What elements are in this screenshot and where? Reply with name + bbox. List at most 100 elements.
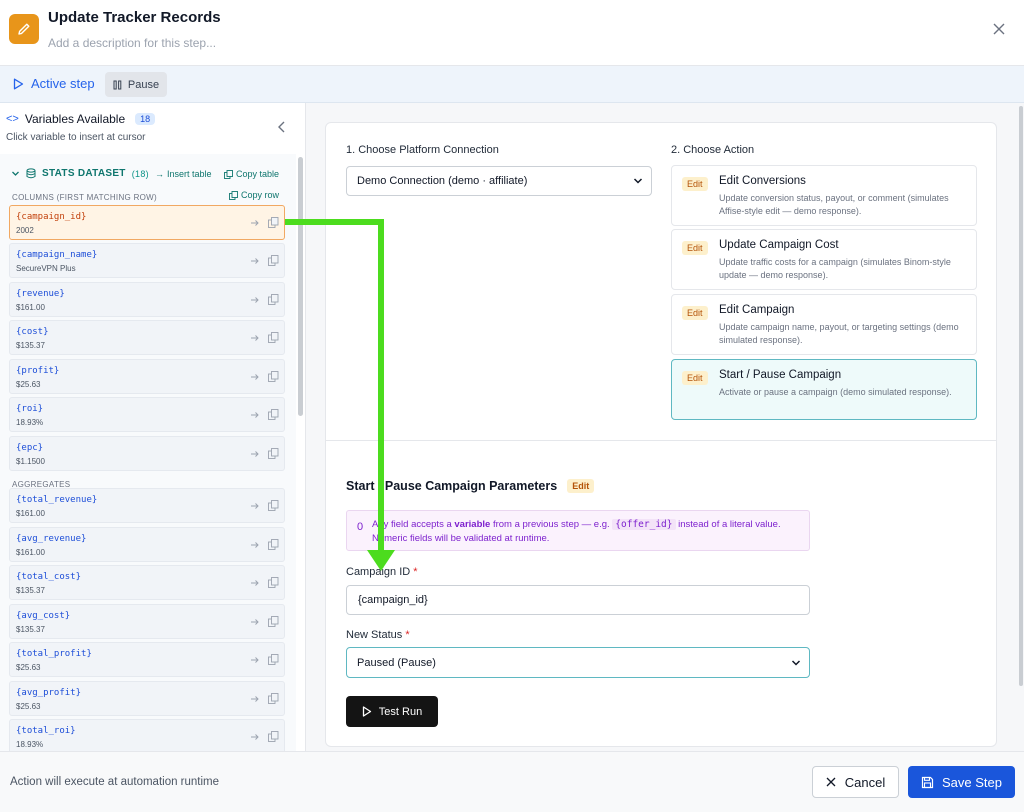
copy-icon[interactable]	[268, 294, 279, 305]
insert-arrow-icon[interactable]	[250, 256, 260, 266]
pause-button[interactable]: Pause	[105, 72, 167, 97]
variable-name: {epc}	[16, 443, 44, 453]
variable-name: {total_profit}	[16, 649, 92, 659]
active-step-toggle[interactable]: Active step	[13, 76, 95, 91]
insert-arrow-icon[interactable]	[250, 655, 260, 665]
copy-icon[interactable]	[268, 217, 279, 228]
variable-value: 18.93%	[16, 418, 44, 427]
campaign-id-label-text: Campaign ID	[346, 566, 411, 578]
insert-arrow-icon[interactable]	[250, 372, 260, 382]
sidebar-scrollbar[interactable]	[298, 157, 303, 416]
info-text-bold: variable	[454, 519, 491, 530]
campaign-id-input[interactable]: {campaign_id}	[346, 585, 810, 615]
info-code-example: {offer_id}	[612, 519, 676, 530]
variable-name: {total_cost}	[16, 572, 82, 582]
variable-row[interactable]: {roi} 18.93%	[9, 397, 285, 432]
variable-value: $161.00	[16, 548, 45, 557]
dataset-toggle[interactable]: STATS DATASET (18)	[11, 168, 149, 179]
chevron-down-icon	[791, 659, 801, 666]
variable-name: {avg_profit}	[16, 688, 82, 698]
insert-arrow-icon[interactable]	[250, 218, 260, 228]
insert-arrow-icon[interactable]	[250, 732, 260, 742]
copy-icon[interactable]	[268, 448, 279, 459]
variable-value: $161.00	[16, 303, 45, 312]
action-update-campaign-cost[interactable]: Edit Update Campaign Cost Update traffic…	[671, 229, 977, 290]
main-scrollbar[interactable]	[1019, 106, 1023, 686]
insert-arrow-icon[interactable]	[250, 617, 260, 627]
copy-icon[interactable]	[268, 616, 279, 627]
copy-icon[interactable]	[268, 371, 279, 382]
action-title: Update Campaign Cost	[719, 239, 839, 251]
test-run-button[interactable]: Test Run	[346, 696, 438, 727]
variables-title: Variables Available	[24, 112, 126, 126]
database-icon	[26, 168, 36, 179]
copy-icon[interactable]	[268, 539, 279, 550]
insert-arrow-icon[interactable]	[250, 694, 260, 704]
variable-name: {total_roi}	[16, 726, 76, 736]
copy-icon[interactable]	[268, 654, 279, 665]
variable-row[interactable]: {campaign_id} 2002	[9, 205, 285, 240]
insert-table-button[interactable]: → Insert table	[155, 169, 212, 179]
edit-badge: Edit	[682, 371, 708, 385]
insert-table-label: Insert table	[167, 169, 212, 179]
variable-row[interactable]: {cost} $135.37	[9, 320, 285, 355]
copy-table-button[interactable]: Copy table	[224, 169, 279, 179]
copy-row-button[interactable]: Copy row	[229, 190, 279, 200]
save-step-button[interactable]: Save Step	[908, 766, 1015, 798]
variable-name: {avg_cost}	[16, 611, 71, 621]
variable-row[interactable]: {campaign_name} SecureVPN Plus	[9, 243, 285, 278]
platform-select-value: Demo Connection (demo · affiliate)	[357, 175, 528, 187]
variable-list: STATS DATASET (18) → Insert table Copy t…	[0, 154, 296, 751]
copy-icon[interactable]	[268, 332, 279, 343]
variable-row[interactable]: {profit} $25.63	[9, 359, 285, 394]
copy-icon[interactable]	[268, 500, 279, 511]
copy-icon[interactable]	[268, 577, 279, 588]
insert-arrow-icon[interactable]	[250, 449, 260, 459]
platform-select[interactable]: Demo Connection (demo · affiliate)	[346, 166, 652, 196]
variable-row[interactable]: {epc} $1.1500	[9, 436, 285, 471]
edit-badge: Edit	[567, 479, 595, 493]
insert-arrow-icon[interactable]	[250, 410, 260, 420]
action-title: Start / Pause Campaign	[719, 369, 842, 381]
copy-icon[interactable]	[268, 693, 279, 704]
insert-arrow-icon[interactable]	[250, 295, 260, 305]
aggregate-row[interactable]: {avg_profit} $25.63	[9, 681, 285, 716]
active-step-label: Active step	[31, 76, 95, 91]
cancel-button[interactable]: Cancel	[812, 766, 899, 798]
edit-badge: Edit	[682, 177, 708, 191]
variable-value: 2002	[16, 226, 34, 235]
description-input[interactable]: Add a description for this step...	[48, 36, 216, 50]
dataset-name: STATS DATASET	[42, 168, 126, 179]
variable-value: $25.63	[16, 702, 41, 711]
copy-icon[interactable]	[268, 409, 279, 420]
variable-value: $1.1500	[16, 457, 45, 466]
action-edit-conversions[interactable]: Edit Edit Conversions Update conversion …	[671, 165, 977, 226]
action-description: Update conversion status, payout, or com…	[719, 193, 949, 216]
columns-section-label: COLUMNS (FIRST MATCHING ROW)	[12, 193, 157, 202]
insert-arrow-icon[interactable]	[250, 578, 260, 588]
insert-arrow-icon[interactable]	[250, 540, 260, 550]
insert-arrow-icon[interactable]	[250, 333, 260, 343]
action-start-pause-campaign[interactable]: Edit Start / Pause Campaign Activate or …	[671, 359, 977, 420]
close-icon[interactable]	[990, 20, 1008, 38]
info-text-mid: from a previous step — e.g.	[490, 519, 613, 530]
aggregate-row[interactable]: {avg_cost} $135.37	[9, 604, 285, 639]
insert-arrow-icon[interactable]	[250, 501, 260, 511]
copy-icon[interactable]	[268, 731, 279, 742]
variable-row[interactable]: {revenue} $161.00	[9, 282, 285, 317]
aggregate-row[interactable]: {total_profit} $25.63	[9, 642, 285, 677]
footer-note: Action will execute at automation runtim…	[10, 776, 220, 788]
variable-name: {revenue}	[16, 289, 65, 299]
variable-value: 18.93%	[16, 740, 44, 749]
copy-icon[interactable]	[268, 255, 279, 266]
aggregate-row[interactable]: {total_roi} 18.93%	[9, 719, 285, 751]
action-edit-campaign[interactable]: Edit Edit Campaign Update campaign name,…	[671, 294, 977, 355]
variable-value: SecureVPN Plus	[16, 264, 76, 273]
variable-value: $161.00	[16, 509, 45, 518]
aggregate-row[interactable]: {total_cost} $135.37	[9, 565, 285, 600]
collapse-sidebar-icon[interactable]	[276, 120, 288, 134]
section-divider	[326, 440, 996, 441]
aggregate-row[interactable]: {total_revenue} $161.00	[9, 488, 285, 523]
aggregate-row[interactable]: {avg_revenue} $161.00	[9, 527, 285, 562]
status-select[interactable]: Paused (Pause)	[346, 647, 810, 678]
